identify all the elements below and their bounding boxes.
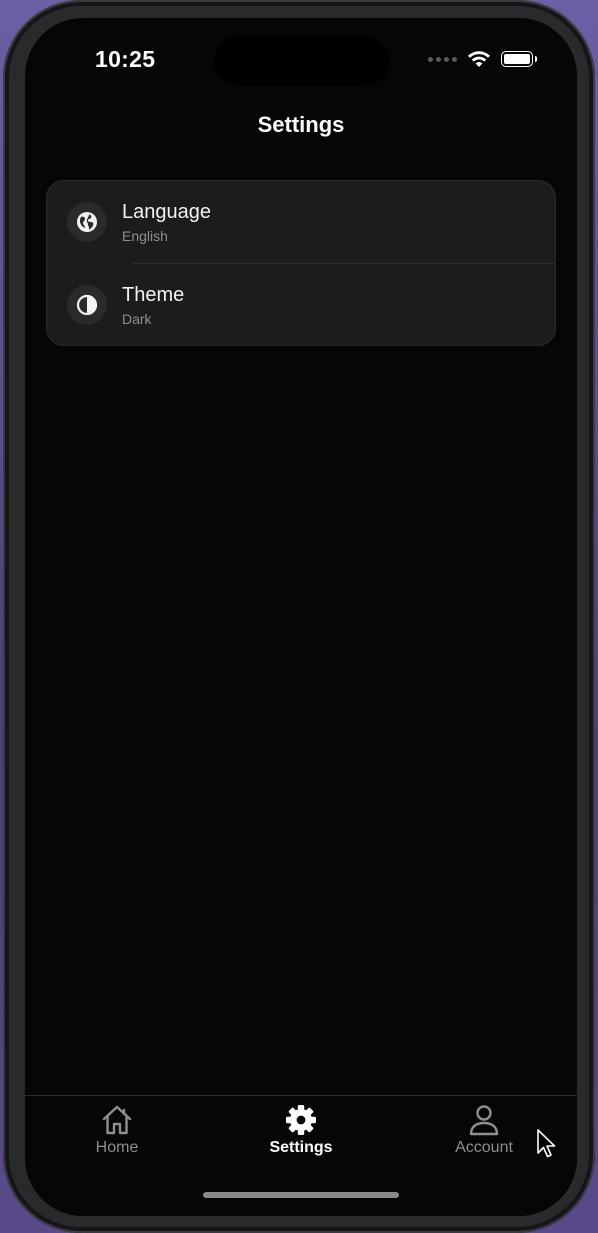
settings-row-label: Theme: [122, 284, 185, 306]
cellular-signal-icon: [428, 56, 457, 62]
app-screen: 10:25 Settings Language English Theme Da…: [25, 18, 577, 1216]
contrast-icon: [67, 285, 107, 325]
tab-home[interactable]: Home: [57, 1104, 177, 1157]
tab-label: Account: [455, 1139, 513, 1156]
tab-label: Home: [95, 1139, 139, 1156]
tab-settings[interactable]: Settings: [241, 1104, 361, 1157]
gear-icon: [286, 1105, 316, 1135]
person-icon: [469, 1105, 499, 1136]
dynamic-island: [214, 36, 390, 86]
status-icons: [428, 50, 537, 68]
mouse-pointer-icon: [537, 1129, 556, 1158]
settings-row-value: Dark: [122, 311, 152, 327]
settings-row-language[interactable]: Language English: [47, 181, 555, 263]
settings-row-label: Language: [122, 201, 211, 223]
home-indicator[interactable]: [203, 1192, 399, 1198]
battery-icon: [501, 51, 537, 67]
tab-account[interactable]: Account: [424, 1104, 544, 1157]
device-frame: 10:25 Settings Language English Theme Da…: [3, 0, 595, 1233]
settings-row-theme[interactable]: Theme Dark: [47, 264, 555, 346]
status-time: 10:25: [95, 46, 156, 72]
wifi-icon: [468, 51, 490, 67]
tab-label: Settings: [269, 1139, 333, 1156]
settings-card: Language English Theme Dark: [46, 180, 556, 346]
settings-row-value: English: [122, 228, 168, 244]
page-title: Settings: [257, 112, 345, 137]
globe-icon: [67, 202, 107, 242]
home-icon: [102, 1105, 132, 1135]
